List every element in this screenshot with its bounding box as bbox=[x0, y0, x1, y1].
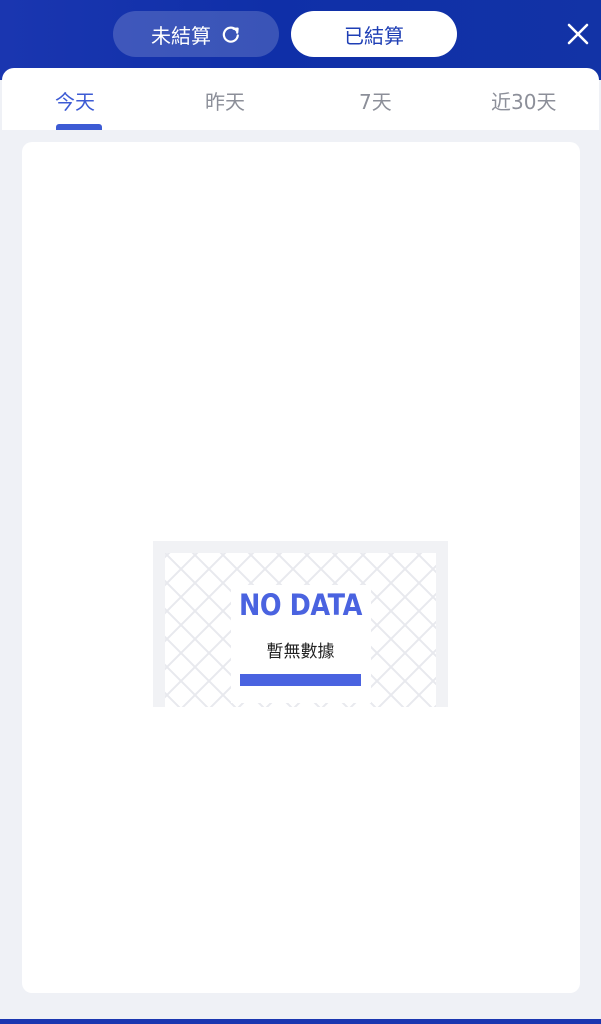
unsettled-label: 未結算 bbox=[151, 23, 211, 48]
no-data-title: NO DATA bbox=[238, 588, 362, 622]
tab-yesterday[interactable]: 昨天 bbox=[205, 86, 245, 115]
active-tab-indicator bbox=[56, 124, 102, 130]
bottom-border bbox=[0, 1019, 601, 1024]
unsettled-toggle-button[interactable]: 未結算 bbox=[113, 11, 279, 57]
tab-7-days[interactable]: 7天 bbox=[359, 86, 392, 115]
empty-state-bar bbox=[240, 674, 361, 686]
refresh-icon[interactable] bbox=[221, 24, 241, 44]
date-filter-tabs: 今天 昨天 7天 近30天 bbox=[2, 68, 599, 130]
no-data-subtitle: 暫無數據 bbox=[266, 642, 335, 662]
close-icon[interactable] bbox=[562, 18, 594, 50]
settled-label: 已結算 bbox=[344, 23, 404, 48]
tab-last-30-days[interactable]: 近30天 bbox=[491, 86, 556, 115]
tab-today[interactable]: 今天 bbox=[55, 86, 95, 115]
settled-toggle-button[interactable]: 已結算 bbox=[291, 11, 457, 57]
empty-state: NO DATA 暫無數據 bbox=[153, 541, 448, 707]
